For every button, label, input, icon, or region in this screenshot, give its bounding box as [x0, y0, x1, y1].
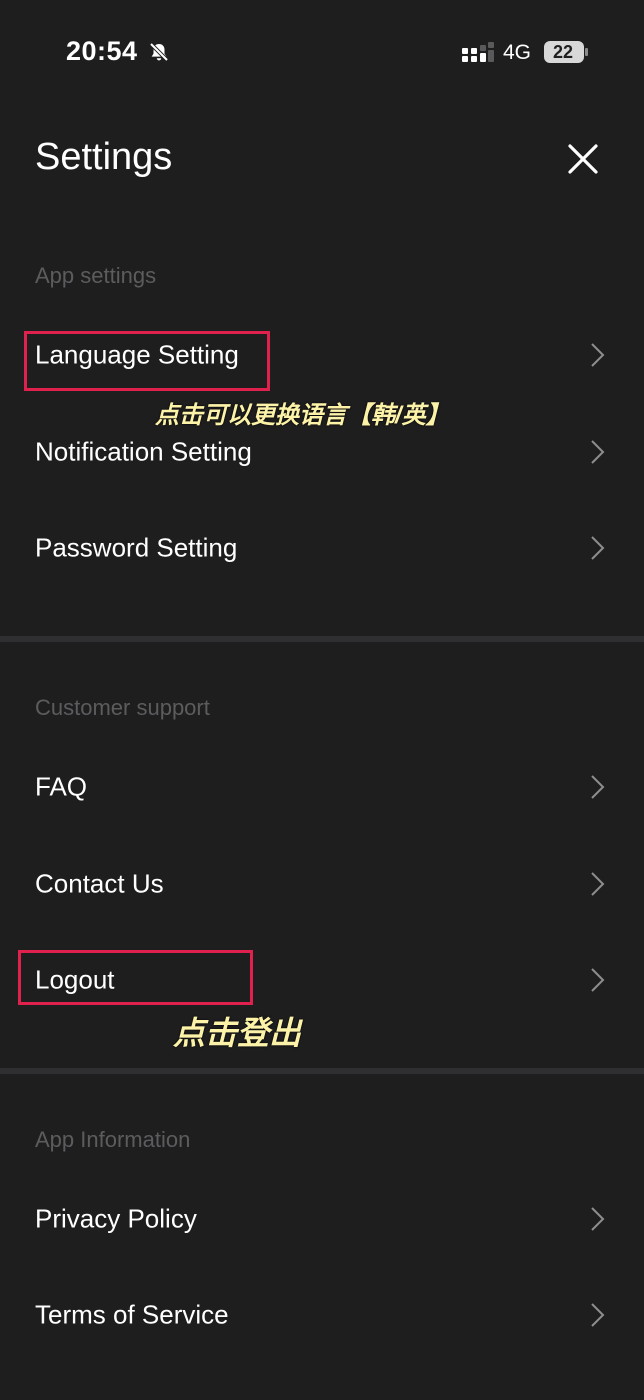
menu-item-terms-of-service[interactable]: Terms of Service — [0, 1275, 644, 1355]
close-icon[interactable] — [560, 136, 606, 182]
bell-off-icon — [149, 42, 169, 62]
menu-item-label: Terms of Service — [35, 1299, 229, 1330]
signal-icon — [462, 42, 494, 62]
section-header-customer-support: Customer support — [35, 695, 210, 720]
menu-item-privacy-policy[interactable]: Privacy Policy — [0, 1179, 644, 1259]
annotation-logout-note: 点击登出 — [173, 1015, 302, 1051]
menu-item-label: Password Setting — [35, 532, 238, 563]
status-bar: 20:54 4G 22 — [0, 0, 644, 104]
chevron-right-icon — [591, 440, 605, 464]
annotation-language-note: 点击可以更换语言【韩/英】 — [155, 402, 450, 429]
section-divider — [0, 636, 644, 642]
chevron-right-icon — [591, 775, 605, 799]
chevron-right-icon — [591, 536, 605, 560]
menu-item-label: FAQ — [35, 771, 88, 802]
section-header-app-information: App Information — [35, 1127, 191, 1152]
highlight-box-logout — [18, 950, 253, 1005]
chevron-right-icon — [591, 872, 605, 896]
menu-item-faq[interactable]: FAQ — [0, 747, 644, 827]
menu-item-label: Notification Setting — [35, 436, 252, 467]
chevron-right-icon — [591, 1303, 605, 1327]
menu-item-contact-us[interactable]: Contact Us — [0, 844, 644, 924]
menu-item-password-setting[interactable]: Password Setting — [0, 508, 644, 588]
section-divider — [0, 1068, 644, 1074]
chevron-right-icon — [591, 968, 605, 992]
status-time: 20:54 — [66, 36, 138, 66]
battery-level: 22 — [552, 42, 574, 62]
chevron-right-icon — [591, 1207, 605, 1231]
page-title: Settings — [35, 136, 173, 178]
menu-item-label: Privacy Policy — [35, 1203, 197, 1234]
chevron-right-icon — [591, 343, 605, 367]
network-type: 4G — [503, 41, 532, 64]
menu-item-label: Contact Us — [35, 868, 164, 899]
section-header-app-settings: App settings — [35, 263, 157, 288]
highlight-box-language — [24, 331, 270, 391]
